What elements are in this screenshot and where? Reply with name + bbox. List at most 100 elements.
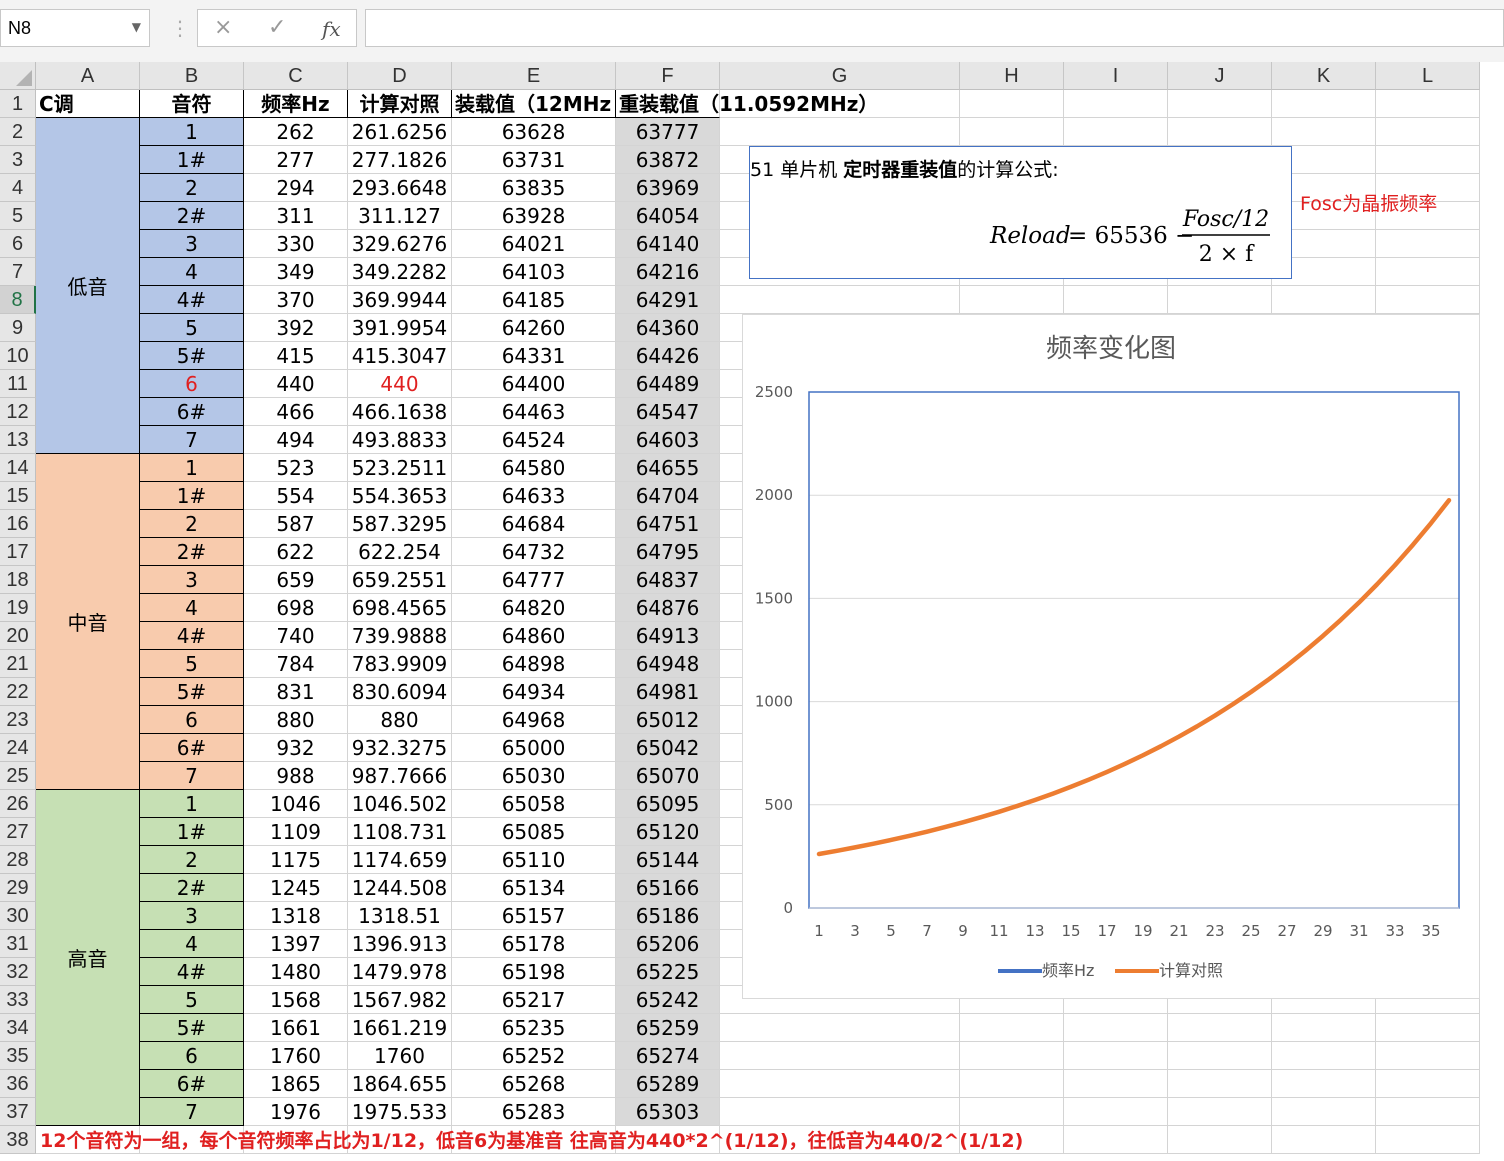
reload-11mhz-cell[interactable]: 65259 [616,1014,720,1042]
frequency-cell[interactable]: 1109 [244,818,348,846]
note-cell[interactable]: 4 [140,258,244,286]
row-header-14[interactable]: 14 [0,454,36,482]
column-header-c[interactable]: C [244,62,348,90]
computed-cell[interactable]: 554.3653 [348,482,452,510]
empty-cell[interactable] [1376,90,1480,118]
note-cell[interactable]: 2# [140,202,244,230]
empty-cell[interactable] [1168,1014,1272,1042]
reload-12mhz-cell[interactable]: 65217 [452,986,616,1014]
frequency-cell[interactable]: 1245 [244,874,348,902]
note-cell[interactable]: 4 [140,594,244,622]
row-header-2[interactable]: 2 [0,118,36,146]
empty-cell[interactable] [1168,1042,1272,1070]
reload-11mhz-cell[interactable]: 64054 [616,202,720,230]
frequency-cell[interactable]: 1175 [244,846,348,874]
footnote-cell[interactable]: 12个音符为一组，每个音符频率占比为1/12，低音6为基准音 往高音为440*2… [40,1127,1023,1155]
frequency-cell[interactable]: 311 [244,202,348,230]
reload-12mhz-cell[interactable]: 64732 [452,538,616,566]
computed-cell[interactable]: 391.9954 [348,314,452,342]
empty-cell[interactable] [1272,90,1376,118]
frequency-cell[interactable]: 277 [244,146,348,174]
frequency-cell[interactable]: 932 [244,734,348,762]
empty-cell[interactable] [1064,1070,1168,1098]
frequency-cell[interactable]: 1397 [244,930,348,958]
column-header-d[interactable]: D [348,62,452,90]
empty-cell[interactable] [1064,1014,1168,1042]
computed-cell[interactable]: 440 [348,370,452,398]
cancel-icon[interactable]: × [214,15,232,40]
reload-11mhz-cell[interactable]: 64981 [616,678,720,706]
note-cell[interactable]: 7 [140,1098,244,1126]
frequency-cell[interactable]: 659 [244,566,348,594]
note-cell[interactable]: 5# [140,678,244,706]
reload-12mhz-cell[interactable]: 63835 [452,174,616,202]
reload-11mhz-cell[interactable]: 64489 [616,370,720,398]
row-header-13[interactable]: 13 [0,426,36,454]
reload-12mhz-cell[interactable]: 64400 [452,370,616,398]
fx-icon[interactable]: fx [322,17,341,41]
header-cell-a[interactable]: C调 [36,90,140,118]
reload-11mhz-cell[interactable]: 64140 [616,230,720,258]
reload-11mhz-cell[interactable]: 65186 [616,902,720,930]
reload-11mhz-cell[interactable]: 65012 [616,706,720,734]
computed-cell[interactable]: 830.6094 [348,678,452,706]
reload-11mhz-cell[interactable]: 64948 [616,650,720,678]
reload-12mhz-cell[interactable]: 65058 [452,790,616,818]
frequency-cell[interactable]: 370 [244,286,348,314]
note-cell[interactable]: 6# [140,398,244,426]
frequency-cell[interactable]: 554 [244,482,348,510]
formula-textbox[interactable]: 51 单片机 定时器重装值的计算公式: Reload = 65536 − Fos… [749,146,1292,279]
row-header-37[interactable]: 37 [0,1098,36,1126]
empty-cell[interactable] [1272,1098,1376,1126]
note-cell[interactable]: 6 [140,706,244,734]
reload-12mhz-cell[interactable]: 64684 [452,510,616,538]
header-cell-b[interactable]: 音符 [140,90,244,118]
column-header-h[interactable]: H [960,62,1064,90]
empty-cell[interactable] [1376,1070,1480,1098]
reload-12mhz-cell[interactable]: 65085 [452,818,616,846]
reload-11mhz-cell[interactable]: 64795 [616,538,720,566]
note-cell[interactable]: 5# [140,342,244,370]
empty-cell[interactable] [1272,1042,1376,1070]
column-header-a[interactable]: A [36,62,140,90]
frequency-cell[interactable]: 1046 [244,790,348,818]
reload-12mhz-cell[interactable]: 64103 [452,258,616,286]
reload-11mhz-cell[interactable]: 65206 [616,930,720,958]
check-icon[interactable]: ✓ [268,15,286,40]
note-cell[interactable]: 6# [140,1070,244,1098]
row-header-26[interactable]: 26 [0,790,36,818]
computed-cell[interactable]: 415.3047 [348,342,452,370]
fosc-note-text[interactable]: Fosc为晶振频率 [1300,189,1437,216]
column-header-f[interactable]: F [616,62,720,90]
computed-cell[interactable]: 1975.533 [348,1098,452,1126]
reload-11mhz-cell[interactable]: 65095 [616,790,720,818]
reload-12mhz-cell[interactable]: 64524 [452,426,616,454]
row-header-20[interactable]: 20 [0,622,36,650]
frequency-cell[interactable]: 1661 [244,1014,348,1042]
empty-cell[interactable] [1272,118,1376,146]
frequency-cell[interactable]: 880 [244,706,348,734]
frequency-cell[interactable]: 1976 [244,1098,348,1126]
frequency-cell[interactable]: 262 [244,118,348,146]
reload-11mhz-cell[interactable]: 65274 [616,1042,720,1070]
empty-cell[interactable] [720,1098,960,1126]
row-header-17[interactable]: 17 [0,538,36,566]
reload-12mhz-cell[interactable]: 65198 [452,958,616,986]
empty-cell[interactable] [720,1042,960,1070]
frequency-cell[interactable]: 349 [244,258,348,286]
row-header-6[interactable]: 6 [0,230,36,258]
note-cell[interactable]: 6 [140,1042,244,1070]
empty-cell[interactable] [1064,1098,1168,1126]
computed-cell[interactable]: 1046.502 [348,790,452,818]
note-cell[interactable]: 5 [140,650,244,678]
frequency-cell[interactable]: 831 [244,678,348,706]
frequency-cell[interactable]: 1760 [244,1042,348,1070]
empty-cell[interactable] [720,118,960,146]
computed-cell[interactable]: 1661.219 [348,1014,452,1042]
frequency-chart[interactable]: 频率变化图 0 500 1000 1500 2000 2500 1 3 5 7 9 11 13 15 17 19… [742,314,1480,999]
drag-handle-icon[interactable]: ⋮ [170,16,190,40]
row-header-30[interactable]: 30 [0,902,36,930]
reload-11mhz-cell[interactable]: 65120 [616,818,720,846]
computed-cell[interactable]: 1174.659 [348,846,452,874]
reload-11mhz-cell[interactable]: 65289 [616,1070,720,1098]
